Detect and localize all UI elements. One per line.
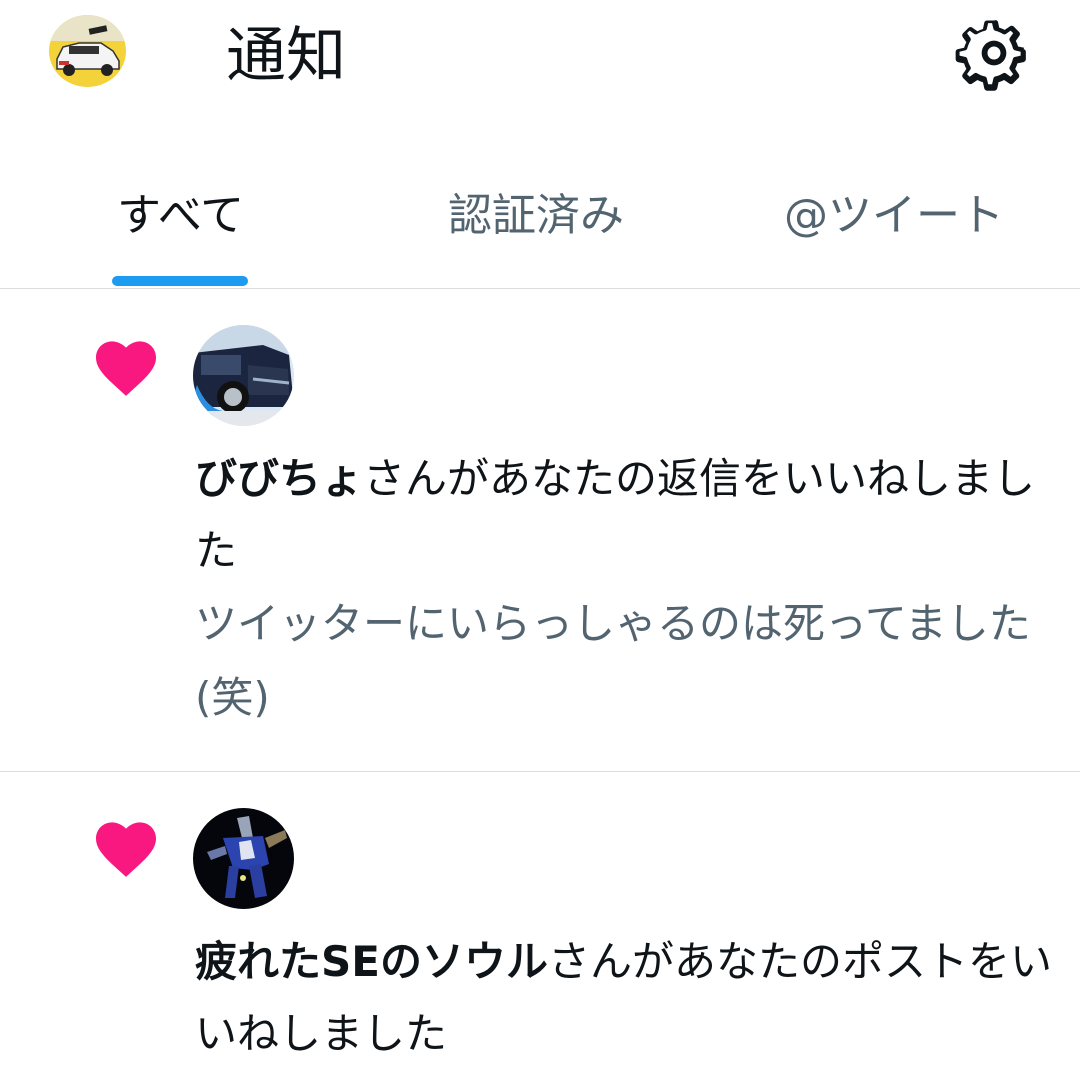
heart-icon: [96, 822, 156, 877]
tab-verified[interactable]: 認証済み: [420, 170, 680, 288]
user-name[interactable]: びびちょ: [195, 454, 363, 503]
user-avatar[interactable]: [193, 325, 294, 426]
settings-button[interactable]: [955, 14, 1033, 92]
profile-avatar[interactable]: [49, 15, 126, 87]
tab-verified-label: 認証済み: [448, 190, 624, 241]
tab-all[interactable]: すべて: [70, 170, 290, 288]
top-bar: 通知: [0, 0, 1080, 120]
gear-icon: [955, 20, 1026, 91]
heart-icon: [96, 341, 156, 396]
tab-mentions-label: @ツイート: [784, 190, 1004, 241]
notification-tabs: すべて 認証済み @ツイート: [0, 170, 1080, 289]
notification-text: びびちょさんがあなたの返信をいいねしました: [195, 443, 1055, 587]
active-tab-indicator: [112, 276, 248, 286]
user-avatar[interactable]: [193, 808, 294, 909]
notification-item[interactable]: 疲れたSEのソウルさんがあなたのポストをいいねしました: [0, 772, 1080, 1081]
post-preview[interactable]: ツイッターにいらっしゃるのは死ってました(笑): [195, 587, 1055, 735]
notification-text: 疲れたSEのソウルさんがあなたのポストをいいねしました: [195, 926, 1055, 1070]
page-title: 通知: [226, 21, 346, 91]
tab-all-label: すべて: [117, 190, 245, 241]
user-name[interactable]: 疲れたSEのソウル: [195, 937, 548, 986]
notification-item[interactable]: びびちょさんがあなたの返信をいいねしました ツイッターにいらっしゃるのは死ってま…: [0, 289, 1080, 772]
tab-mentions[interactable]: @ツイート: [760, 170, 1040, 288]
